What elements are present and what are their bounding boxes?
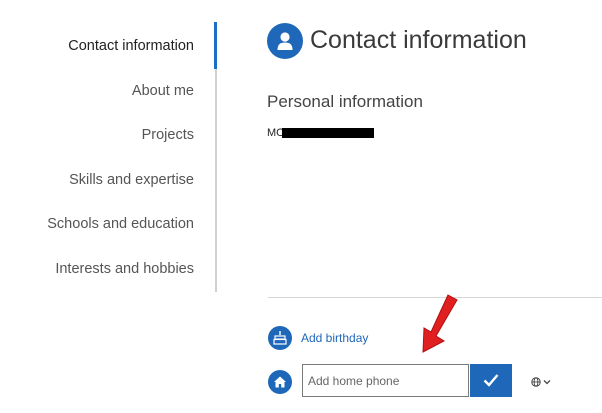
add-birthday-link[interactable]: Add birthday xyxy=(301,331,368,345)
sidebar-item-interests-and-hobbies[interactable]: Interests and hobbies xyxy=(55,261,194,277)
profile-sidebar-nav: Contact information About me Projects Sk… xyxy=(0,24,218,292)
sidebar-item-projects[interactable]: Projects xyxy=(142,127,194,143)
confirm-phone-button[interactable] xyxy=(470,364,512,397)
cake-icon[interactable] xyxy=(268,326,292,350)
checkmark-icon xyxy=(483,374,499,387)
chevron-down-icon xyxy=(543,380,551,385)
person-icon xyxy=(267,23,303,59)
visibility-dropdown[interactable] xyxy=(530,375,554,389)
sidebar-item-about-me[interactable]: About me xyxy=(132,83,194,99)
page-title: Contact information xyxy=(310,26,527,54)
globe-icon xyxy=(531,377,541,387)
sidebar-item-skills-and-expertise[interactable]: Skills and expertise xyxy=(69,172,194,188)
sidebar-item-schools-and-education[interactable]: Schools and education xyxy=(47,216,194,232)
red-arrow-annotation-icon xyxy=(422,294,458,353)
home-phone-input[interactable] xyxy=(302,364,469,397)
redacted-name xyxy=(282,128,374,138)
sidebar-item-contact-information[interactable]: Contact information xyxy=(68,38,194,54)
section-title-personal-information: Personal information xyxy=(267,92,423,111)
home-icon xyxy=(268,370,292,394)
sidebar-active-indicator xyxy=(214,22,217,69)
